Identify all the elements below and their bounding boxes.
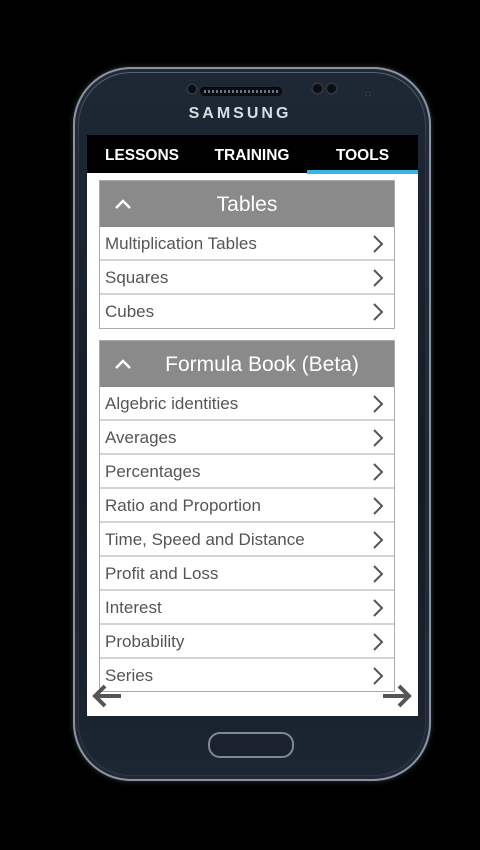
chevron-right-icon xyxy=(373,531,384,549)
list-item-label: Profit and Loss xyxy=(105,564,219,583)
list-item[interactable]: Profit and Loss xyxy=(100,557,394,591)
list-item-label: Squares xyxy=(105,268,169,287)
list-item[interactable]: Probability xyxy=(100,625,394,659)
list-item[interactable]: Squares xyxy=(100,261,394,295)
tab-tools[interactable]: TOOLS xyxy=(307,135,418,173)
chevron-right-icon xyxy=(373,303,384,321)
list-item[interactable]: Ratio and Proportion xyxy=(100,489,394,523)
list-item-label: Interest xyxy=(105,598,162,617)
section-title: Tables xyxy=(216,193,278,216)
list-item-label: Ratio and Proportion xyxy=(105,496,261,515)
active-tab-indicator xyxy=(307,170,418,174)
tab-lessons[interactable]: LESSONS xyxy=(87,135,197,173)
list-item-label: Algebric identities xyxy=(105,394,239,413)
list-item-label: Percentages xyxy=(105,462,201,481)
list-item-label: Probability xyxy=(105,632,185,651)
list-item[interactable]: Time, Speed and Distance xyxy=(100,523,394,557)
section-title: Formula Book (Beta) xyxy=(165,353,359,376)
tables-section-header[interactable]: Tables xyxy=(100,181,394,227)
notification-led-icon xyxy=(365,91,371,97)
list-item[interactable]: Algebric identities xyxy=(100,387,394,421)
list-item[interactable]: Percentages xyxy=(100,455,394,489)
proximity-sensor-icon xyxy=(325,82,338,95)
tables-list: Multiplication Tables Squares Cubes xyxy=(100,227,394,327)
list-item[interactable]: Multiplication Tables xyxy=(100,227,394,261)
chevron-right-icon xyxy=(373,599,384,617)
chevron-right-icon xyxy=(373,269,384,287)
front-camera-icon xyxy=(311,82,324,95)
chevron-right-icon xyxy=(373,429,384,447)
chevron-right-icon xyxy=(373,497,384,515)
chevron-right-icon xyxy=(373,565,384,583)
chevron-right-icon xyxy=(373,633,384,651)
sensor-icon xyxy=(186,83,198,95)
app-screen: LESSONS TRAINING TOOLS Tables Multiplica… xyxy=(87,135,418,716)
chevron-right-icon xyxy=(373,463,384,481)
list-item-label: Averages xyxy=(105,428,177,447)
arrow-left-icon[interactable] xyxy=(91,682,123,710)
formula-book-section-header[interactable]: Formula Book (Beta) xyxy=(100,341,394,387)
tab-training[interactable]: TRAINING xyxy=(197,135,307,173)
list-item-label: Multiplication Tables xyxy=(105,234,257,253)
chevron-right-icon xyxy=(373,395,384,413)
list-item[interactable]: Averages xyxy=(100,421,394,455)
home-button[interactable] xyxy=(208,732,294,758)
list-item[interactable]: Interest xyxy=(100,591,394,625)
arrow-right-icon[interactable] xyxy=(381,682,413,710)
tab-bar: LESSONS TRAINING TOOLS xyxy=(87,135,418,174)
list-item-label: Time, Speed and Distance xyxy=(105,530,305,549)
formula-book-section: Formula Book (Beta) Algebric identities A… xyxy=(99,340,395,692)
list-item[interactable]: Series xyxy=(100,659,394,691)
earpiece-speaker xyxy=(200,87,282,96)
formula-list: Algebric identities Averages Percentages Ra… xyxy=(100,387,394,691)
list-item[interactable]: Cubes xyxy=(100,295,394,327)
chevron-right-icon xyxy=(373,235,384,253)
list-item-label: Cubes xyxy=(105,302,155,321)
tables-section: Tables Multiplication Tables Squares Cubes xyxy=(99,180,395,329)
device-brand-logo: SAMSUNG xyxy=(188,105,292,122)
